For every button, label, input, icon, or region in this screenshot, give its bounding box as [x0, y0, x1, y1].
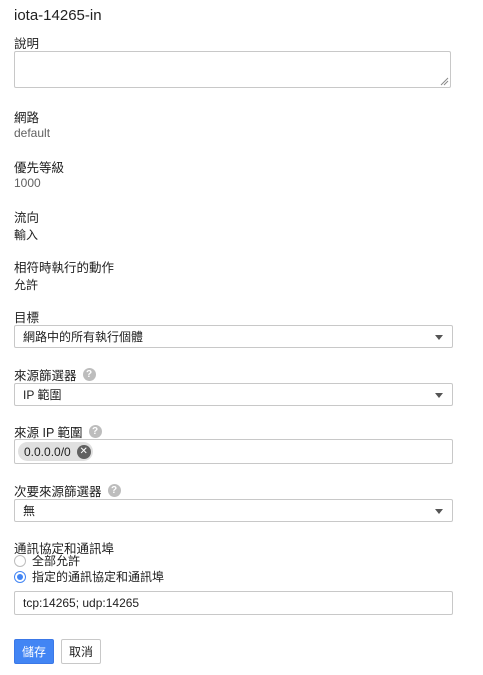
radio-button-checked[interactable]	[14, 570, 26, 583]
help-icon[interactable]: ?	[82, 368, 96, 381]
chevron-down-icon	[435, 335, 443, 340]
direction-value: 輸入	[14, 228, 39, 242]
chevron-down-icon	[435, 509, 443, 514]
cancel-button[interactable]: 取消	[61, 639, 101, 664]
rule-name-title: iota-14265-in	[14, 7, 102, 24]
help-icon[interactable]: ?	[88, 425, 102, 438]
source-filter-selected: IP 範圍	[23, 388, 62, 402]
source-filter-select[interactable]: IP 範圍	[14, 383, 453, 406]
targets-selected: 網路中的所有執行個體	[23, 330, 144, 344]
radio-allow-all[interactable]: 全部允許	[14, 552, 80, 569]
source-filter-label-text: 來源篩選器	[14, 369, 77, 383]
targets-label: 目標	[14, 311, 40, 325]
second-source-filter-selected: 無	[23, 504, 36, 518]
protocols-ports-input[interactable]: tcp:14265; udp:14265	[14, 591, 453, 615]
action-label: 相符時執行的動作	[14, 261, 115, 275]
ip-range-chip-label: 0.0.0.0/0	[24, 444, 71, 459]
protocols-ports-value: tcp:14265; udp:14265	[23, 596, 140, 610]
description-label: 說明	[14, 37, 40, 51]
source-ip-ranges-input[interactable]: 0.0.0.0/0 ✕	[14, 439, 453, 464]
description-textarea[interactable]	[14, 51, 451, 88]
radio-specified-label: 指定的通訊協定和通訊埠	[32, 570, 165, 584]
radio-button[interactable]	[14, 554, 26, 567]
save-button[interactable]: 儲存	[14, 639, 54, 664]
network-value: default	[14, 126, 51, 140]
targets-select[interactable]: 網路中的所有執行個體	[14, 325, 453, 348]
source-filter-label: 來源篩選器 ?	[14, 365, 96, 384]
network-label: 網路	[14, 111, 40, 125]
priority-label: 優先等級	[14, 161, 65, 175]
second-source-filter-label: 次要來源篩選器 ?	[14, 481, 121, 500]
ip-range-chip: 0.0.0.0/0 ✕	[18, 442, 93, 461]
help-icon[interactable]: ?	[107, 484, 121, 497]
close-icon[interactable]: ✕	[76, 444, 91, 459]
second-source-filter-label-text: 次要來源篩選器	[14, 485, 102, 499]
action-value: 允許	[14, 278, 39, 292]
priority-value: 1000	[14, 176, 41, 190]
direction-label: 流向	[14, 211, 40, 225]
radio-allow-all-label: 全部允許	[32, 554, 81, 568]
radio-specified[interactable]: 指定的通訊協定和通訊埠	[14, 568, 164, 585]
second-source-filter-select[interactable]: 無	[14, 499, 453, 522]
chevron-down-icon	[435, 393, 443, 398]
resize-grip-icon[interactable]	[440, 77, 449, 86]
